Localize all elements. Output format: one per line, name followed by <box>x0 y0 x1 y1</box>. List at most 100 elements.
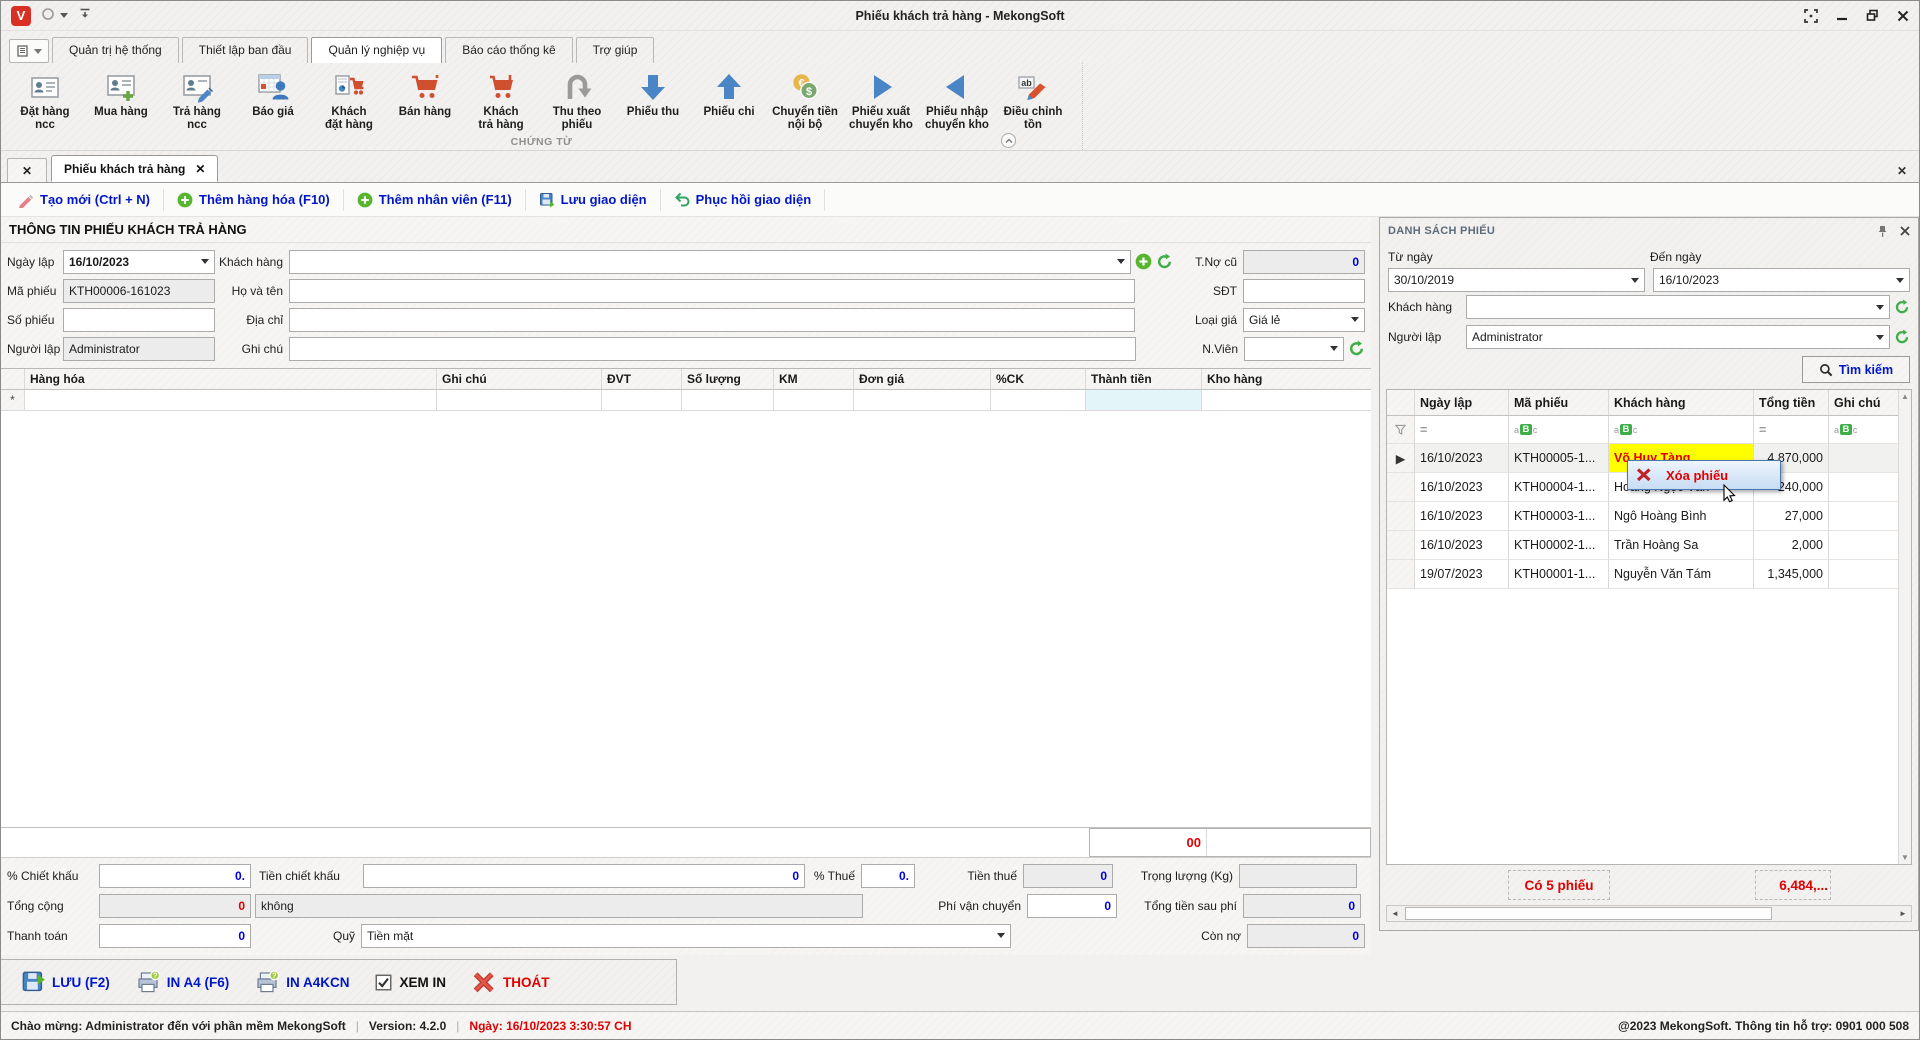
cell-khach-hang[interactable]: Ngô Hoàng Bình <box>1609 502 1754 531</box>
panel-filter-cell[interactable]: = <box>1754 416 1829 444</box>
panel-hscrollbar[interactable]: ◄ ► <box>1386 905 1912 922</box>
new-row-cell[interactable] <box>437 390 602 411</box>
footer-button-xem[interactable]: XEM IN <box>367 974 454 991</box>
items-grid-column-header[interactable]: Ghi chú <box>437 369 602 390</box>
ho-va-ten-field[interactable] <box>289 279 1135 303</box>
restore-icon[interactable] <box>1866 9 1879 22</box>
fullscreen-icon[interactable] <box>1804 9 1818 23</box>
panel-grid-row[interactable]: 19/07/2023KTH00001-1...Nguyễn Văn Tám1,3… <box>1387 560 1898 589</box>
footer-button-lưu[interactable]: LƯU (F2) <box>13 970 118 994</box>
loai-gia-combo[interactable]: Giá lẻ <box>1243 308 1365 332</box>
so-phieu-field[interactable] <box>63 308 215 332</box>
close-document-icon[interactable]: ✕ <box>1893 164 1911 182</box>
panel-filter-cell[interactable]: aBc <box>1609 416 1754 444</box>
panel-filter-cell[interactable]: = <box>1415 416 1509 444</box>
toolbar-pin-icon[interactable] <box>78 7 92 24</box>
tu-ngay-field[interactable]: 30/10/2019 <box>1388 268 1645 292</box>
cell-tong-tien[interactable]: 1,345,000 <box>1754 560 1829 589</box>
ribbon-item[interactable]: Kháchtrả hàng <box>463 68 539 132</box>
new-row-cell[interactable] <box>1086 390 1202 411</box>
new-row-cell[interactable] <box>682 390 774 411</box>
cell-ghi-chu[interactable] <box>1829 502 1898 531</box>
panel-filter-cell[interactable]: aBc <box>1509 416 1609 444</box>
items-grid-column-header[interactable]: Kho hàng <box>1202 369 1371 390</box>
cell-ma-phieu[interactable]: KTH00003-1... <box>1509 502 1609 531</box>
panel-grid-column-header[interactable]: Mã phiếu <box>1509 390 1609 416</box>
ngay-lap-field[interactable]: 16/10/2023 <box>63 250 215 274</box>
tien-chiet-khau-field[interactable]: 0 <box>363 864 805 888</box>
scroll-thumb[interactable] <box>1405 907 1772 920</box>
chevron-down-icon[interactable] <box>1896 278 1904 283</box>
new-row-cell[interactable] <box>602 390 682 411</box>
footer-button-in[interactable]: ?IN A4 (F6) <box>128 970 238 994</box>
footer-button-in[interactable]: ?IN A4KCN <box>247 970 357 994</box>
refresh-panel-customer-icon[interactable] <box>1894 299 1910 315</box>
chevron-down-icon[interactable] <box>1631 278 1639 283</box>
panel-grid-column-header[interactable]: Ghi chú <box>1829 390 1898 416</box>
cell-ngay-lap[interactable]: 16/10/2023 <box>1415 444 1509 473</box>
panel-khach-hang-combo[interactable] <box>1466 295 1890 319</box>
chevron-down-icon[interactable] <box>201 259 209 264</box>
menu-tab[interactable]: Quản trị hệ thống <box>52 37 179 63</box>
ribbon-item[interactable]: Báo giá <box>235 68 311 132</box>
items-grid-column-header[interactable]: KM <box>774 369 854 390</box>
refresh-customer-icon[interactable] <box>1156 253 1173 270</box>
chevron-down-icon[interactable] <box>1876 305 1884 310</box>
items-grid-body[interactable] <box>1 411 1371 827</box>
ribbon-item[interactable]: Trả hàngncc <box>159 68 235 132</box>
ribbon-item[interactable]: Phiếu nhậpchuyển kho <box>919 68 995 132</box>
ribbon-item[interactable]: Thu theophiếu <box>539 68 615 132</box>
chevron-down-icon[interactable] <box>1351 317 1359 322</box>
ribbon-item[interactable]: Phiếu xuấtchuyển kho <box>843 68 919 132</box>
cell-khach-hang[interactable]: Nguyễn Văn Tám <box>1609 560 1754 589</box>
phi-van-chuyen-field[interactable]: 0 <box>1027 894 1117 918</box>
pct-thue-field[interactable]: 0. <box>861 864 915 888</box>
ribbon-item[interactable]: Kháchđặt hàng <box>311 68 387 132</box>
items-grid-column-header[interactable]: ĐVT <box>602 369 682 390</box>
new-row-cell[interactable] <box>854 390 991 411</box>
cell-ghi-chu[interactable] <box>1829 473 1898 502</box>
action-link[interactable]: Tạo mới (Ctrl + N) <box>5 189 164 211</box>
ribbon-item[interactable]: Phiếu chi <box>691 68 767 132</box>
cell-ma-phieu[interactable]: KTH00005-1... <box>1509 444 1609 473</box>
quick-access-caret-icon[interactable] <box>60 13 68 18</box>
ribbon-item[interactable]: abĐiều chỉnh tồn <box>995 68 1071 132</box>
minimize-icon[interactable] <box>1836 10 1848 22</box>
panel-grid-vscrollbar[interactable]: ▲▼ <box>1898 390 1911 864</box>
panel-nguoi-lap-combo[interactable]: Administrator <box>1466 325 1890 349</box>
sdt-field[interactable] <box>1243 279 1365 303</box>
quick-access-circle-icon[interactable] <box>41 6 57 25</box>
menu-tab[interactable]: Báo cáo thống kê <box>445 37 572 63</box>
items-grid-new-row[interactable]: * <box>1 390 1371 411</box>
den-ngay-field[interactable]: 16/10/2023 <box>1653 268 1910 292</box>
quy-combo[interactable]: Tiền mặt <box>361 924 1011 948</box>
cell-ghi-chu[interactable] <box>1829 444 1898 473</box>
close-panel-icon[interactable] <box>1900 225 1910 238</box>
doc-tab-close-icon[interactable]: ✕ <box>195 162 205 176</box>
panel-grid-row[interactable]: 16/10/2023KTH00003-1...Ngô Hoàng Bình27,… <box>1387 502 1898 531</box>
panel-grid-row[interactable]: 16/10/2023KTH00002-1...Trần Hoàng Sa2,00… <box>1387 531 1898 560</box>
ribbon-item[interactable]: Đặt hàngncc <box>7 68 83 132</box>
khach-hang-combo[interactable] <box>289 250 1131 274</box>
cell-ghi-chu[interactable] <box>1829 560 1898 589</box>
new-row-cell[interactable] <box>774 390 854 411</box>
scroll-left-icon[interactable]: ◄ <box>1387 909 1403 918</box>
panel-grid-column-header[interactable]: Tổng tiền <box>1754 390 1829 416</box>
ghi-chu-field[interactable] <box>289 337 1136 361</box>
cell-ma-phieu[interactable]: KTH00002-1... <box>1509 531 1609 560</box>
action-link[interactable]: Thêm hàng hóa (F10) <box>164 189 344 211</box>
items-grid-column-header[interactable]: Hàng hóa <box>25 369 437 390</box>
refresh-panel-user-icon[interactable] <box>1894 329 1910 345</box>
cell-ngay-lap[interactable]: 16/10/2023 <box>1415 531 1509 560</box>
ribbon-item[interactable]: Mua hàng <box>83 68 159 132</box>
delete-receipt-menu-item[interactable]: Xóa phiếu <box>1628 467 1780 483</box>
thanh-toan-field[interactable]: 0 <box>99 924 251 948</box>
doc-tab-phieu-khach-tra-hang[interactable]: Phiếu khách trả hàng ✕ <box>51 155 218 182</box>
items-grid-column-header[interactable]: Số lượng <box>682 369 774 390</box>
new-row-cell[interactable] <box>25 390 437 411</box>
chevron-down-icon[interactable] <box>1330 346 1338 351</box>
action-link[interactable]: Lưu giao diện <box>526 189 661 211</box>
chevron-down-icon[interactable] <box>1117 259 1125 264</box>
scroll-right-icon[interactable]: ► <box>1895 909 1911 918</box>
ribbon-item[interactable]: €$Chuyển tiềnnội bộ <box>767 68 843 132</box>
